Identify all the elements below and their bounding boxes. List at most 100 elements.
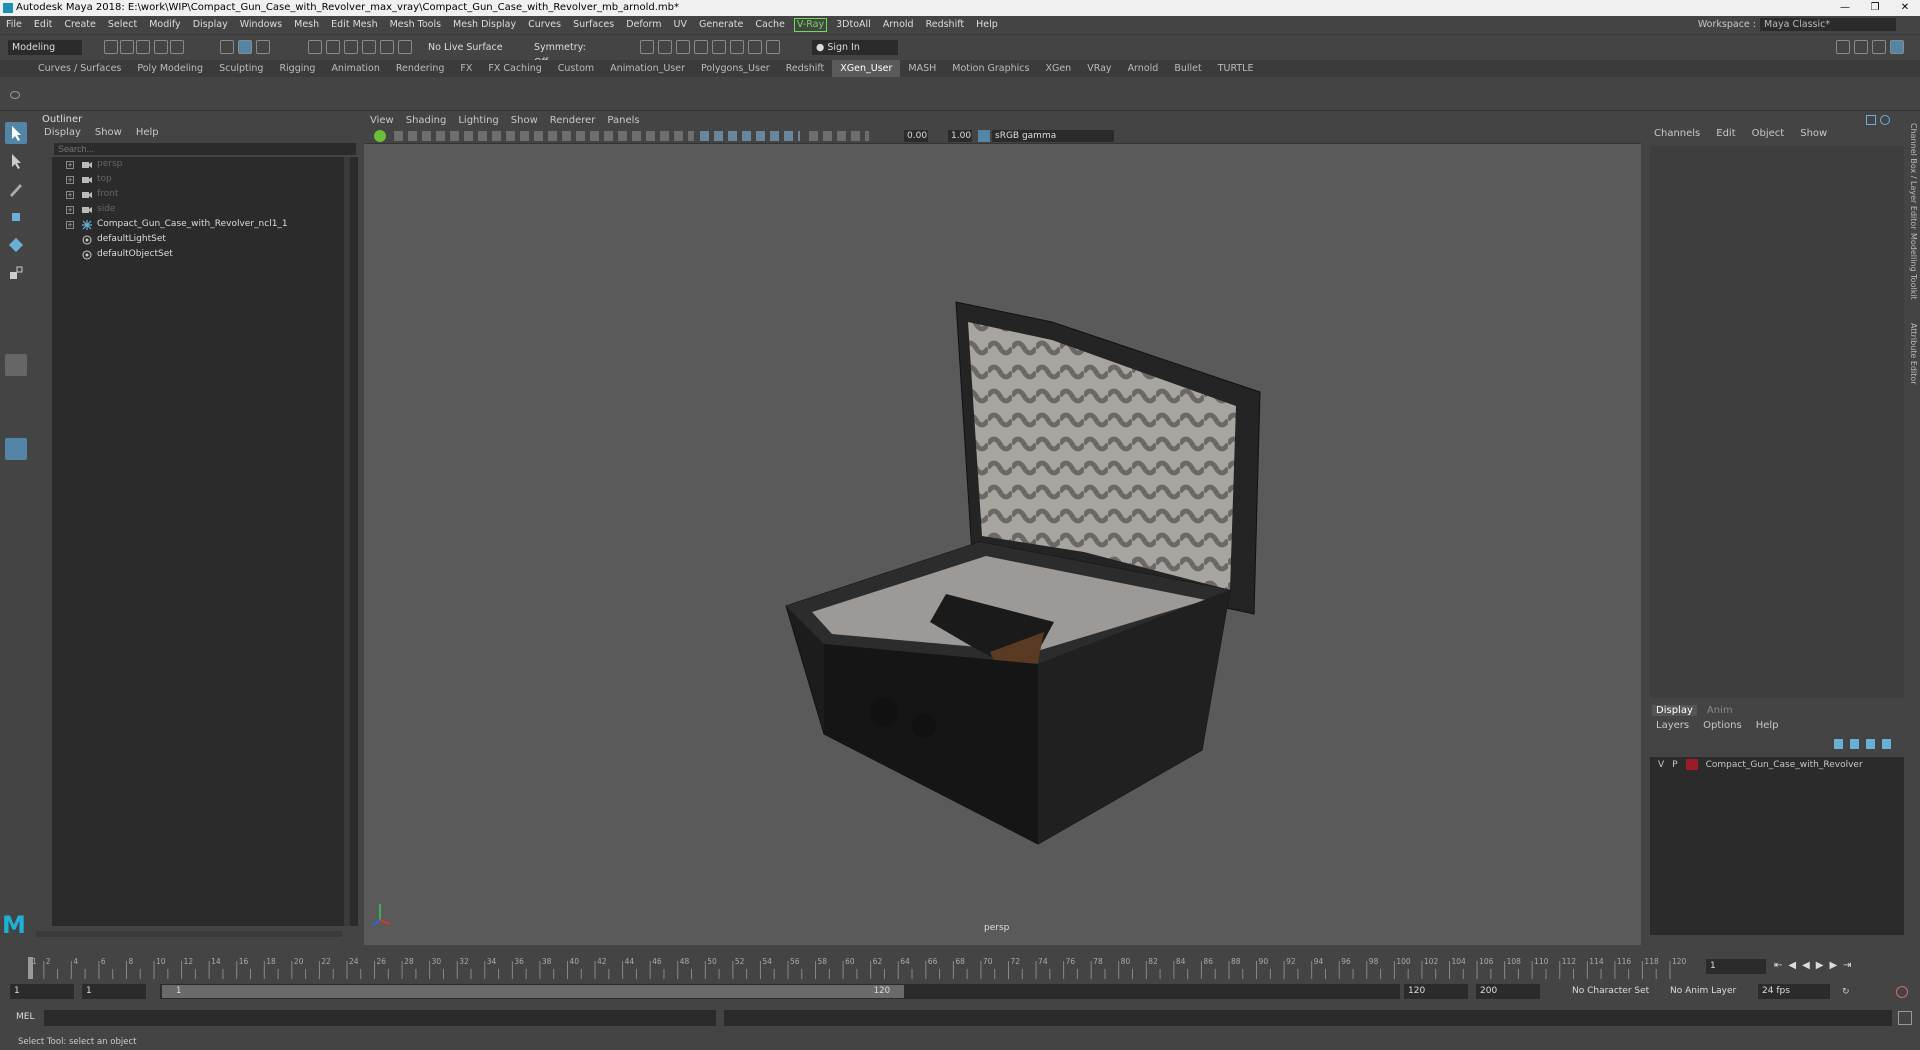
snap-vertex-icon[interactable]: [398, 40, 412, 54]
expand-icon[interactable]: +: [66, 161, 74, 169]
hypershade-icon[interactable]: [694, 40, 708, 54]
move-tool-icon[interactable]: [5, 206, 27, 228]
expand-icon[interactable]: +: [66, 176, 74, 184]
paint-select-icon[interactable]: [5, 178, 27, 200]
range-slider-track[interactable]: 1 120: [160, 984, 1400, 999]
select-tool-icon[interactable]: [5, 122, 27, 144]
menu-display[interactable]: Display: [187, 19, 234, 30]
shelf-tab-animation[interactable]: Animation: [323, 60, 387, 77]
outliner-row[interactable]: + top: [52, 172, 358, 187]
open-scene-icon[interactable]: [120, 40, 134, 54]
shelf-tab-fx-caching[interactable]: FX Caching: [480, 60, 549, 77]
camera-select-icon[interactable]: [374, 130, 386, 142]
time-slider[interactable]: 1 2 4 6 8 10 12 14 16 18 20 22 24 26 28 30 32 34 36 38 40 42 4…: [0, 955, 1920, 979]
exposure-field[interactable]: 0.00: [904, 130, 928, 142]
snap-grid-icon[interactable]: [308, 40, 322, 54]
playback-end-field[interactable]: 120: [1404, 984, 1468, 999]
vray-ipr-icon[interactable]: [748, 40, 762, 54]
shelf-tab-custom[interactable]: Custom: [550, 60, 602, 77]
end-time-field[interactable]: 200: [1476, 984, 1540, 999]
snap-view-plane-icon[interactable]: [362, 40, 376, 54]
tab-display[interactable]: Display: [1652, 705, 1697, 716]
layer-row[interactable]: V P Compact_Gun_Case_with_Revolver: [1650, 757, 1904, 773]
maximize-button[interactable]: ❐: [1860, 0, 1890, 16]
fps-dropdown[interactable]: 24 fps: [1758, 984, 1830, 999]
shelf-tab-xgen[interactable]: XGen: [1037, 60, 1079, 77]
outliner-row[interactable]: defaultObjectSet: [52, 247, 358, 262]
live-surface-field[interactable]: No Live Surface: [424, 40, 508, 55]
viewport-tool-icons[interactable]: [394, 131, 694, 141]
shelf-tab-sculpting[interactable]: Sculpting: [211, 60, 271, 77]
menu-deform[interactable]: Deform: [620, 19, 667, 30]
colorspace-dropdown[interactable]: sRGB gamma: [992, 130, 1114, 142]
snap-point-icon[interactable]: [344, 40, 358, 54]
menu-curves[interactable]: Curves: [522, 19, 567, 30]
menu-edit-mesh[interactable]: Edit Mesh: [325, 19, 383, 30]
mel-label[interactable]: MEL: [16, 1012, 34, 1022]
toggle-tool-settings-icon[interactable]: [1872, 40, 1886, 54]
gun-case-model[interactable]: [785, 301, 1261, 845]
outliner-row[interactable]: + side: [52, 202, 358, 217]
current-frame-field[interactable]: 1: [1706, 959, 1766, 974]
scale-tool-icon[interactable]: [5, 262, 27, 284]
shelf-tab-turtle[interactable]: TURTLE: [1210, 60, 1262, 77]
current-time-marker[interactable]: [28, 957, 33, 979]
menu-vray[interactable]: V-Ray: [793, 17, 828, 32]
viewport-menu-shading[interactable]: Shading: [406, 113, 447, 128]
menu-file[interactable]: File: [0, 19, 28, 30]
outliner-row[interactable]: + Compact_Gun_Case_with_Revolver_ncl1_1: [52, 217, 358, 232]
workspace-selector[interactable]: Workspace : Maya Classic*: [1698, 18, 1896, 31]
layer-name[interactable]: Compact_Gun_Case_with_Revolver: [1706, 757, 1863, 773]
vray-render-icon[interactable]: [730, 40, 744, 54]
snap-curve-icon[interactable]: [326, 40, 340, 54]
shelf-tab-arnold[interactable]: Arnold: [1120, 60, 1167, 77]
menu-redshift[interactable]: Redshift: [920, 19, 971, 30]
channels-menu[interactable]: Channels: [1654, 127, 1700, 141]
redo-icon[interactable]: [170, 40, 184, 54]
menu-3dtoall[interactable]: 3DtoAll: [830, 19, 877, 30]
menu-mesh[interactable]: Mesh: [288, 19, 325, 30]
tab-anim[interactable]: Anim: [1707, 705, 1733, 716]
menu-help[interactable]: Help: [970, 19, 1004, 30]
range-slider-handle[interactable]: 1 120: [162, 985, 904, 998]
menu-arnold[interactable]: Arnold: [877, 19, 920, 30]
outliner-layout-icon[interactable]: [5, 438, 27, 460]
auto-key-icon[interactable]: [1896, 986, 1908, 998]
menu-mesh-tools[interactable]: Mesh Tools: [384, 19, 447, 30]
menu-edit[interactable]: Edit: [28, 19, 58, 30]
snap-surface-icon[interactable]: [380, 40, 394, 54]
layers-menu[interactable]: Layers: [1656, 720, 1689, 731]
playback-start-field[interactable]: 1: [82, 984, 146, 999]
toggle-attribute-editor-icon[interactable]: [1854, 40, 1868, 54]
start-time-field[interactable]: 1: [10, 984, 74, 999]
toggle-channel-box-icon[interactable]: [1890, 40, 1904, 54]
sign-in-button[interactable]: ● Sign In: [812, 40, 898, 55]
shading-mode-icons[interactable]: [700, 131, 800, 141]
outliner-hscrollbar[interactable]: [36, 931, 342, 937]
menu-modify[interactable]: Modify: [143, 19, 186, 30]
menu-select[interactable]: Select: [102, 19, 143, 30]
viewport-menu-renderer[interactable]: Renderer: [550, 113, 596, 128]
four-view-layout-icon[interactable]: [5, 382, 27, 404]
outliner-menu-show[interactable]: Show: [95, 126, 122, 140]
anim-layer-dropdown[interactable]: No Anim Layer: [1666, 984, 1750, 999]
menu-surfaces[interactable]: Surfaces: [567, 19, 620, 30]
minimize-button[interactable]: —: [1830, 0, 1860, 16]
menu-windows[interactable]: Windows: [234, 19, 288, 30]
outliner-menu-display[interactable]: Display: [44, 126, 81, 140]
menu-uv[interactable]: UV: [668, 19, 693, 30]
edit-menu[interactable]: Edit: [1716, 127, 1735, 141]
side-tab-modelling-toolkit[interactable]: Modelling Toolkit: [1909, 233, 1918, 300]
shelf-tab-polygons-user[interactable]: Polygons_User: [693, 60, 778, 77]
layer-color-swatch[interactable]: [1685, 759, 1698, 770]
menu-cache[interactable]: Cache: [749, 19, 791, 30]
shelf-tab-mash[interactable]: MASH: [900, 60, 944, 77]
script-editor-icon[interactable]: [1898, 1011, 1912, 1025]
shelf-tab-fx[interactable]: FX: [452, 60, 480, 77]
expand-icon[interactable]: +: [66, 206, 74, 214]
shelf-tab-animation-user[interactable]: Animation_User: [602, 60, 693, 77]
playback-controls[interactable]: ⇤◀◀▶▶⇥: [1774, 960, 1900, 972]
gamma-field[interactable]: 1.00: [948, 130, 972, 142]
shelf-tab-rigging[interactable]: Rigging: [271, 60, 323, 77]
shelf-tab-rendering[interactable]: Rendering: [388, 60, 453, 77]
